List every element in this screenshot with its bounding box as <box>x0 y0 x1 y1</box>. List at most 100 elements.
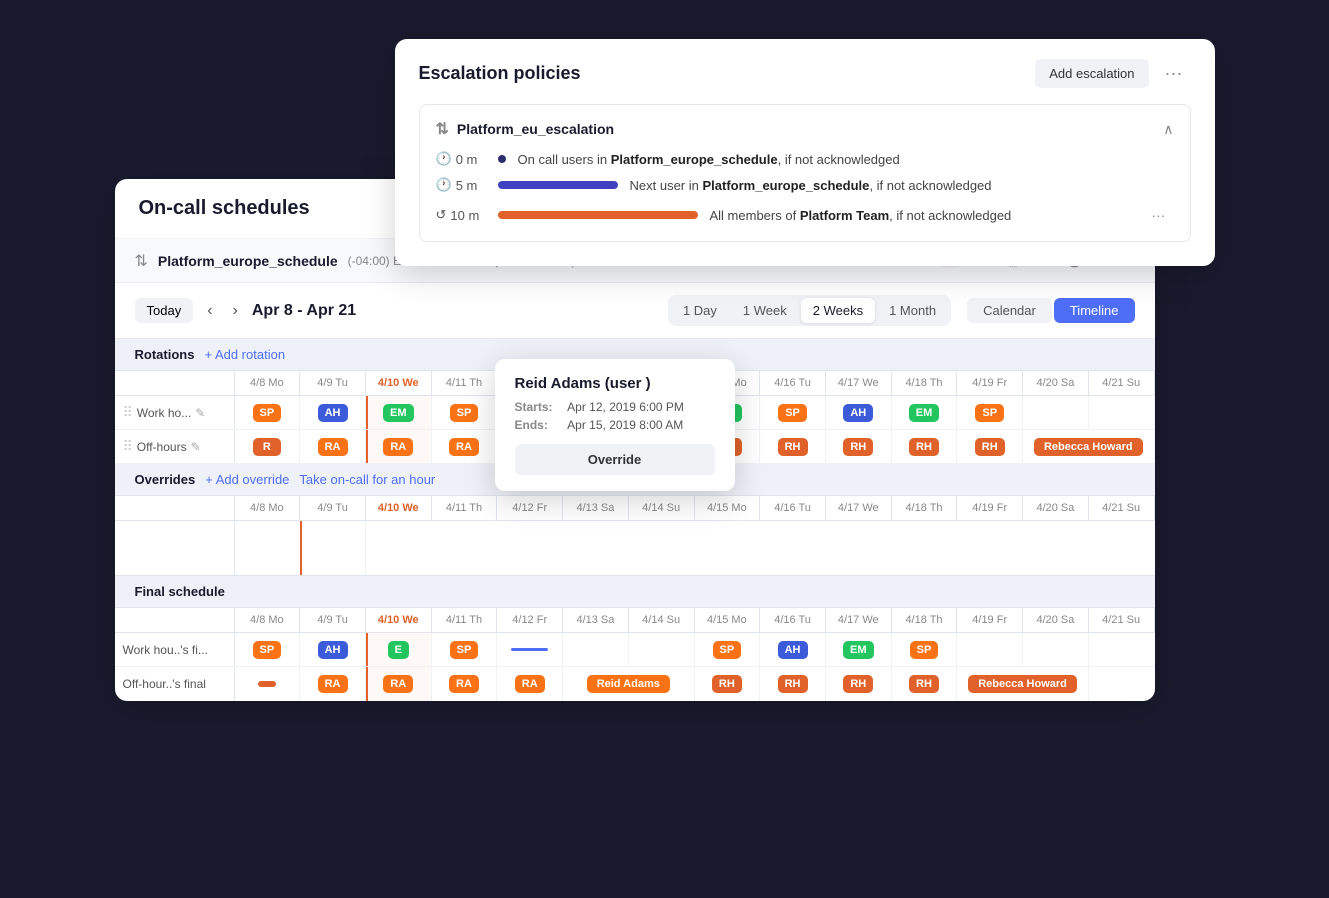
row-more-button[interactable]: ··· <box>1144 203 1174 227</box>
esc-bar-2 <box>498 211 698 219</box>
oh-cell-12: Rebecca Howard <box>1023 430 1154 463</box>
esc-text-2: All members of Platform Team, if not ack… <box>710 208 1012 223</box>
chip-r-0: R <box>253 438 281 456</box>
final-chip-ra-3: RA <box>449 675 479 693</box>
day-header-9: 4/17 We <box>826 371 892 395</box>
tooltip-ends: Ends: Apr 15, 2019 8:00 AM <box>515 418 715 432</box>
wh-cell-8: SP <box>760 396 826 429</box>
final-off-hours-row: Off-hour..'s final RA RA RA RA Reid Adam… <box>115 667 1155 701</box>
today-button[interactable]: Today <box>135 298 194 323</box>
tab-1week[interactable]: 1 Week <box>731 298 799 323</box>
wh-cell-11: SP <box>957 396 1023 429</box>
wh-cell-10: EM <box>892 396 958 429</box>
timeline-view-button[interactable]: Timeline <box>1054 298 1135 323</box>
edit-row-icon-2[interactable]: ✎ <box>191 440 201 454</box>
escalation-more-button[interactable]: ··· <box>1157 59 1191 88</box>
esc-time-0: 🕐 0 m <box>436 151 486 167</box>
sort-icon: ⇅ <box>436 119 449 139</box>
next-button[interactable]: › <box>227 300 244 322</box>
escalation-row-2: ↺ 10 m All members of Platform Team, if … <box>436 203 1174 227</box>
final-work-hours-row: Work hou..'s fi... SP AH E SP SP AH EM S… <box>115 633 1155 667</box>
wh-cell-3: SP <box>432 396 498 429</box>
date-range: Apr 8 - Apr 21 <box>252 302 356 320</box>
chip-ra-1: RA <box>318 438 348 456</box>
chip-sp-11: SP <box>975 404 1004 422</box>
day-header-10: 4/18 Th <box>892 371 958 395</box>
chip-rebecca-wide: Rebecca Howard <box>1034 438 1143 456</box>
chip-ra-2: RA <box>383 438 413 456</box>
final-chip-sp-3: SP <box>450 641 479 659</box>
prev-button[interactable]: ‹ <box>201 300 218 322</box>
tooltip-starts-value: Apr 12, 2019 6:00 PM <box>567 400 684 414</box>
final-oh-label: Off-hour..'s final <box>123 677 206 691</box>
final-chip-sp-7: SP <box>713 641 742 659</box>
day-header-2: 4/10 We <box>366 371 432 395</box>
drag-handle[interactable]: ⠿ <box>123 404 133 421</box>
chip-ah-1: AH <box>318 404 348 422</box>
final-chip-ra-2: RA <box>383 675 413 693</box>
escalation-row-0: 🕐 0 m On call users in Platform_europe_s… <box>436 151 1174 167</box>
tab-2weeks[interactable]: 2 Weeks <box>801 298 875 323</box>
esc-bar-0 <box>498 155 506 163</box>
oh-cell-2: RA <box>366 430 432 463</box>
chip-ra-3: RA <box>449 438 479 456</box>
day-header-8: 4/16 Tu <box>760 371 826 395</box>
day-header-1: 4/9 Tu <box>300 371 366 395</box>
final-chip-rh-7: RH <box>712 675 742 693</box>
tooltip-popup: Reid Adams (user ) Starts: Apr 12, 2019 … <box>495 359 735 491</box>
oh-cell-1: RA <box>300 430 366 463</box>
final-calendar-header: 4/8 Mo 4/9 Tu 4/10 We 4/11 Th 4/12 Fr 4/… <box>115 608 1155 633</box>
day-header-13: 4/21 Su <box>1089 371 1155 395</box>
day-header-11: 4/19 Fr <box>957 371 1023 395</box>
refresh-icon: ↺ <box>436 207 447 223</box>
add-override-link[interactable]: + Add override <box>205 472 289 487</box>
esc-text-1: Next user in Platform_europe_schedule, i… <box>630 178 992 193</box>
chip-rh-9: RH <box>843 438 873 456</box>
oh-cell-10: RH <box>892 430 958 463</box>
tooltip-starts: Starts: Apr 12, 2019 6:00 PM <box>515 400 715 414</box>
calendar-view-button[interactable]: Calendar <box>967 298 1052 323</box>
tab-1month[interactable]: 1 Month <box>877 298 948 323</box>
wh-cell-0: SP <box>235 396 301 429</box>
escalation-item-title: Platform_eu_escalation <box>457 121 614 137</box>
take-oncall-link[interactable]: Take on-call for an hour <box>299 472 435 487</box>
chip-ah-9: AH <box>843 404 873 422</box>
wh-cell-12 <box>1023 396 1089 429</box>
clock-icon-1: 🕐 <box>436 177 452 193</box>
tab-1day[interactable]: 1 Day <box>671 298 729 323</box>
rotations-title: Rotations <box>135 347 195 362</box>
wh-cell-1: AH <box>300 396 366 429</box>
final-chip-ra-1: RA <box>318 675 348 693</box>
add-escalation-button[interactable]: Add escalation <box>1035 59 1148 88</box>
edit-row-icon[interactable]: ✎ <box>195 406 205 420</box>
final-section-header: Final schedule <box>115 576 1155 608</box>
drag-handle-2[interactable]: ⠿ <box>123 438 133 455</box>
work-hours-label: Work ho... <box>137 406 191 420</box>
tooltip-ends-label: Ends: <box>515 418 565 432</box>
final-chip-rh-8: RH <box>778 675 808 693</box>
oh-cell-9: RH <box>826 430 892 463</box>
final-chip-r-0 <box>258 681 276 687</box>
chip-em-10: EM <box>909 404 940 422</box>
add-rotation-link[interactable]: + Add rotation <box>204 347 285 362</box>
final-chip-ah-1: AH <box>318 641 348 659</box>
wh-cell-13 <box>1089 396 1155 429</box>
day-header-3: 4/11 Th <box>432 371 498 395</box>
override-button[interactable]: Override <box>515 444 715 475</box>
day-header-12: 4/20 Sa <box>1023 371 1089 395</box>
view-toggle: Calendar Timeline <box>967 298 1134 323</box>
off-hours-label: Off-hours <box>137 440 187 454</box>
wh-cell-9: AH <box>826 396 892 429</box>
final-chip-em-9: EM <box>843 641 874 659</box>
final-chip-sp-0: SP <box>253 641 282 659</box>
escalation-item: ⇅ Platform_eu_escalation ∧ 🕐 0 m On call… <box>419 104 1191 242</box>
esc-text-0: On call users in Platform_europe_schedul… <box>518 152 900 167</box>
oh-cell-3: RA <box>432 430 498 463</box>
schedule-name[interactable]: Platform_europe_schedule <box>158 253 338 269</box>
schedule-sort-icon: ⇅ <box>135 251 148 271</box>
clock-icon: 🕐 <box>436 151 452 167</box>
oh-cell-8: RH <box>760 430 826 463</box>
final-chip-ra-4: RA <box>515 675 545 693</box>
chip-rh-10: RH <box>909 438 939 456</box>
chevron-up-icon: ∧ <box>1163 121 1173 138</box>
